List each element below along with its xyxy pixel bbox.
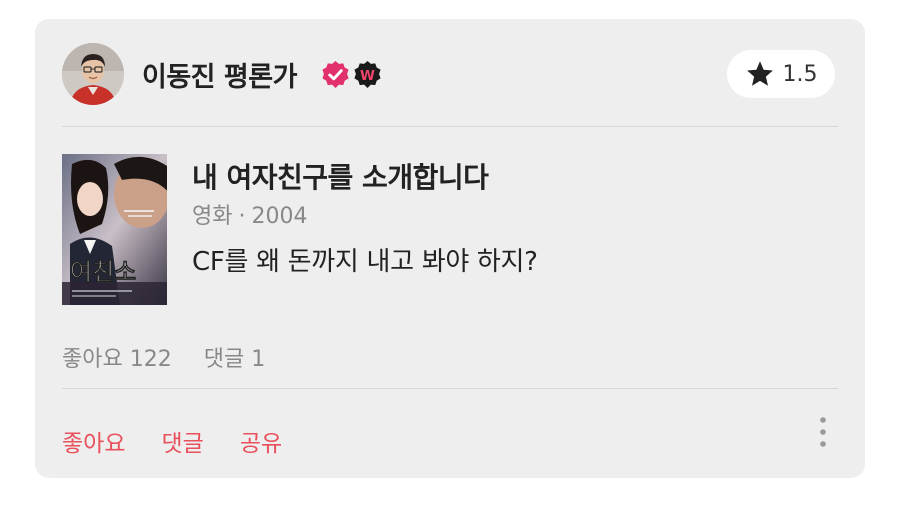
like-button[interactable]: 좋아요 — [62, 424, 125, 458]
divider — [62, 388, 838, 389]
poster-title-text: 여친소 — [70, 258, 136, 286]
meta-separator: · — [238, 204, 246, 229]
comment-count[interactable]: 댓글 1 — [204, 341, 265, 373]
movie-poster[interactable]: 여친소 — [62, 154, 167, 305]
movie-year: 2004 — [251, 204, 308, 229]
badge-letter: W — [360, 68, 375, 84]
review-stats: 좋아요 122 댓글 1 — [62, 341, 265, 373]
divider — [62, 126, 838, 127]
review-text[interactable]: CF를 왜 돈까지 내고 봐야 하지? — [192, 241, 538, 278]
more-vertical-icon — [820, 417, 826, 447]
like-count[interactable]: 좋아요 122 — [62, 341, 172, 373]
action-bar: 좋아요 댓글 공유 — [62, 424, 282, 458]
more-options-button[interactable] — [814, 415, 832, 449]
avatar[interactable] — [62, 43, 124, 105]
star-icon — [746, 61, 773, 86]
watcha-w-badge-icon: W — [354, 60, 381, 89]
rating-value: 1.5 — [782, 61, 818, 87]
verified-badge-icon — [322, 60, 349, 89]
review-card: 이동진 평론가 W 1.5 여친소 내 여자친구를 소개합니다 영화 · 200… — [35, 19, 865, 478]
author-badges: W — [321, 60, 382, 89]
rating-chip: 1.5 — [727, 50, 835, 98]
movie-title[interactable]: 내 여자친구를 소개합니다 — [192, 156, 489, 196]
comment-button[interactable]: 댓글 — [161, 424, 203, 458]
movie-category: 영화 — [192, 204, 233, 229]
share-button[interactable]: 공유 — [240, 424, 282, 458]
author-name[interactable]: 이동진 평론가 — [142, 55, 297, 94]
movie-meta: 영화 · 2004 — [192, 198, 307, 230]
